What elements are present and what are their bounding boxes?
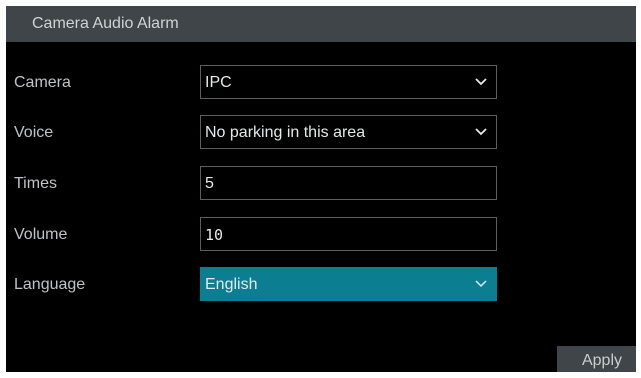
volume-input[interactable]: 10 [200, 217, 497, 251]
dialog-title: Camera Audio Alarm [32, 15, 179, 32]
chevron-down-icon [475, 78, 487, 86]
volume-label: Volume [14, 226, 68, 243]
language-label: Language [14, 276, 86, 293]
chevron-down-icon [475, 128, 487, 136]
camera-select-value: IPC [205, 74, 232, 91]
volume-input-value: 10 [205, 226, 224, 244]
apply-button-label: Apply [581, 352, 622, 369]
chevron-down-icon [475, 280, 487, 288]
voice-select[interactable]: No parking in this area [200, 115, 497, 149]
times-input-value: 5 [205, 175, 214, 192]
language-select-value: English [205, 276, 258, 293]
voice-label: Voice [14, 124, 54, 141]
times-label: Times [14, 175, 57, 192]
camera-label: Camera [14, 74, 71, 91]
title-bar: Camera Audio Alarm [6, 6, 636, 42]
voice-select-value: No parking in this area [205, 124, 366, 141]
apply-button[interactable]: Apply [557, 346, 636, 372]
language-select[interactable]: English [200, 267, 497, 301]
camera-select[interactable]: IPC [200, 65, 497, 99]
times-input[interactable]: 5 [200, 166, 497, 200]
camera-audio-alarm-dialog: Camera Audio Alarm Camera IPC Voice No p… [6, 6, 636, 372]
